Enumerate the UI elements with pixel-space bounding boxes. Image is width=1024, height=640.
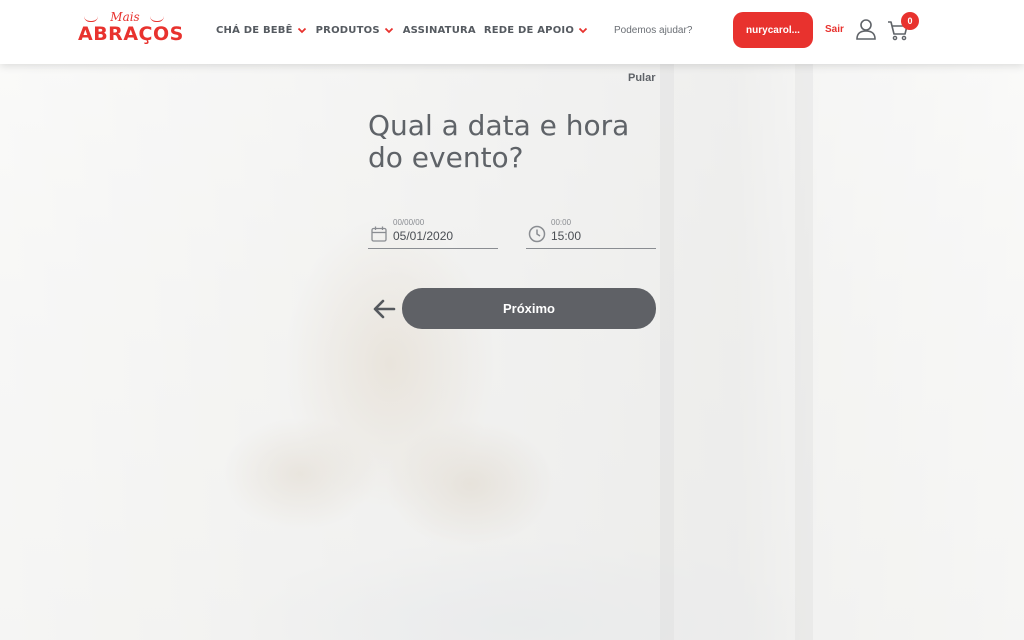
chevron-down-icon — [578, 27, 588, 34]
logo-main-text: ABRAÇOS — [78, 23, 184, 45]
nav-item-cha-de-bebe[interactable]: CHÁ DE BEBÊ — [216, 24, 308, 36]
main-nav: CHÁ DE BEBÊ PRODUTOS ASSINATURA REDE DE … — [216, 24, 589, 36]
page-title: Qual a data e hora do evento? — [368, 109, 630, 174]
user-icon[interactable] — [854, 17, 878, 41]
logout-link[interactable]: Sair — [825, 24, 844, 35]
nav-item-label: ASSINATURA — [402, 24, 476, 36]
user-account-button[interactable]: nurycarol... — [733, 12, 813, 48]
cart-count-badge: 0 — [901, 12, 919, 30]
date-field-value: 05/01/2020 — [393, 229, 454, 243]
time-field-value: 15:00 — [551, 229, 582, 243]
nav-item-produtos[interactable]: PRODUTOS — [316, 24, 395, 36]
nav-item-label: CHÁ DE BEBÊ — [216, 24, 293, 36]
time-field[interactable]: 00:00 15:00 — [526, 216, 656, 249]
nav-item-label: REDE DE APOIO — [483, 24, 575, 36]
skip-link[interactable]: Pular — [628, 72, 656, 84]
nav-item-assinatura[interactable]: ASSINATURA — [403, 25, 476, 36]
clock-icon — [528, 225, 546, 243]
calendar-icon — [371, 226, 387, 242]
chevron-down-icon — [384, 27, 393, 34]
chevron-down-icon — [297, 27, 306, 34]
arrow-left-icon[interactable] — [372, 298, 396, 320]
help-link[interactable]: Podemos ajudar? — [614, 25, 692, 36]
next-button[interactable]: Próximo — [402, 288, 656, 329]
date-field-placeholder: 00/00/00 — [393, 218, 425, 227]
logo-swirl-right — [150, 16, 164, 22]
brand-logo[interactable]: Mais ABRAÇOS — [78, 10, 184, 50]
nav-item-label: PRODUTOS — [315, 24, 380, 36]
date-field[interactable]: 00/00/00 05/01/2020 — [368, 216, 498, 249]
nav-item-rede-de-apoio[interactable]: REDE DE APOIO — [484, 24, 589, 36]
time-field-placeholder: 00:00 — [551, 218, 572, 227]
site-header: Mais ABRAÇOS CHÁ DE BEBÊ PRODUTOS ASSINA… — [0, 0, 1024, 64]
